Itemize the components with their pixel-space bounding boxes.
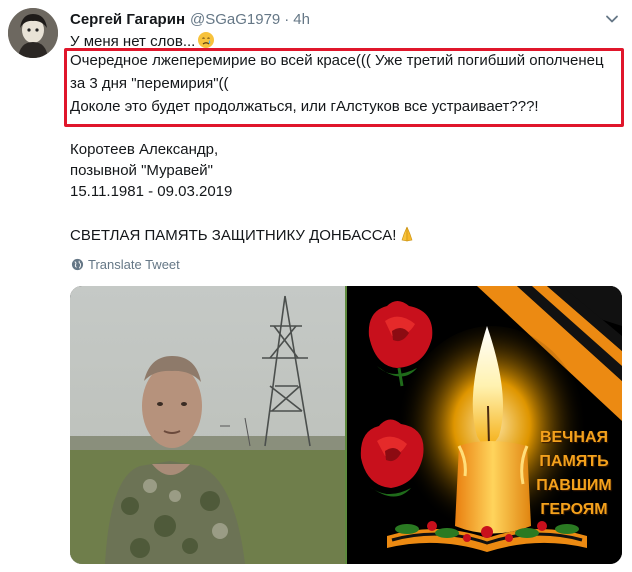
memorial-line: ВЕЧНАЯ <box>539 429 609 446</box>
memory-text: СВЕТЛАЯ ПАМЯТЬ ЗАЩИТНИКУ ДОНБАССА! <box>70 227 397 244</box>
memorial-line: ГЕРОЯМ <box>540 501 608 518</box>
avatar[interactable] <box>8 8 58 58</box>
tweet-media[interactable]: ВЕЧНАЯ ПАМЯТЬ ПАВШИМ ГЕРОЯМ <box>70 286 622 564</box>
memorial-line: ПАВШИМ <box>536 477 612 494</box>
memorial-candle-image <box>347 286 622 564</box>
memorial-image[interactable]: ВЕЧНАЯ ПАМЯТЬ ПАВШИМ ГЕРОЯМ <box>347 286 622 564</box>
tweet-text-line: за 3 дня "перемирия"(( <box>70 75 229 92</box>
author-name[interactable]: Сергей Гагарин <box>70 11 185 28</box>
memorial-line: ПАМЯТЬ <box>539 453 609 470</box>
soldier-photo-image <box>70 286 345 564</box>
separator-dot: · <box>284 10 290 28</box>
tweet-header: Сергей Гагарин @SGaG1979 · 4h <box>70 9 624 29</box>
soldier-photo[interactable] <box>70 286 345 564</box>
translate-label: Translate Tweet <box>88 257 180 272</box>
tweet-text-line: 15.11.1981 - 09.03.2019 <box>70 183 233 200</box>
tweet-text-line: Доколе это будет продолжаться, или гАлст… <box>70 98 539 115</box>
tweet-text-line: Очередное лжеперемирие во всей красе((( … <box>70 52 604 69</box>
crying-face-emoji <box>198 32 215 48</box>
chevron-down-icon[interactable] <box>604 11 620 27</box>
globe-icon <box>71 258 84 271</box>
translate-tweet-link[interactable]: Translate Tweet <box>71 257 180 272</box>
tweet-text-memory: СВЕТЛАЯ ПАМЯТЬ ЗАЩИТНИКУ ДОНБАССА! <box>70 225 416 246</box>
avatar-image <box>8 8 58 58</box>
tweet-text-line: позывной "Муравей" <box>70 162 213 179</box>
tweet-text-line: Коротеев Александр, <box>70 141 219 158</box>
tweet-timestamp[interactable]: 4h <box>293 11 310 28</box>
folded-hands-emoji <box>402 226 413 242</box>
memorial-caption: ВЕЧНАЯ ПАМЯТЬ ПАВШИМ ГЕРОЯМ <box>529 426 619 522</box>
author-handle[interactable]: @SGaG1979 <box>190 11 280 28</box>
